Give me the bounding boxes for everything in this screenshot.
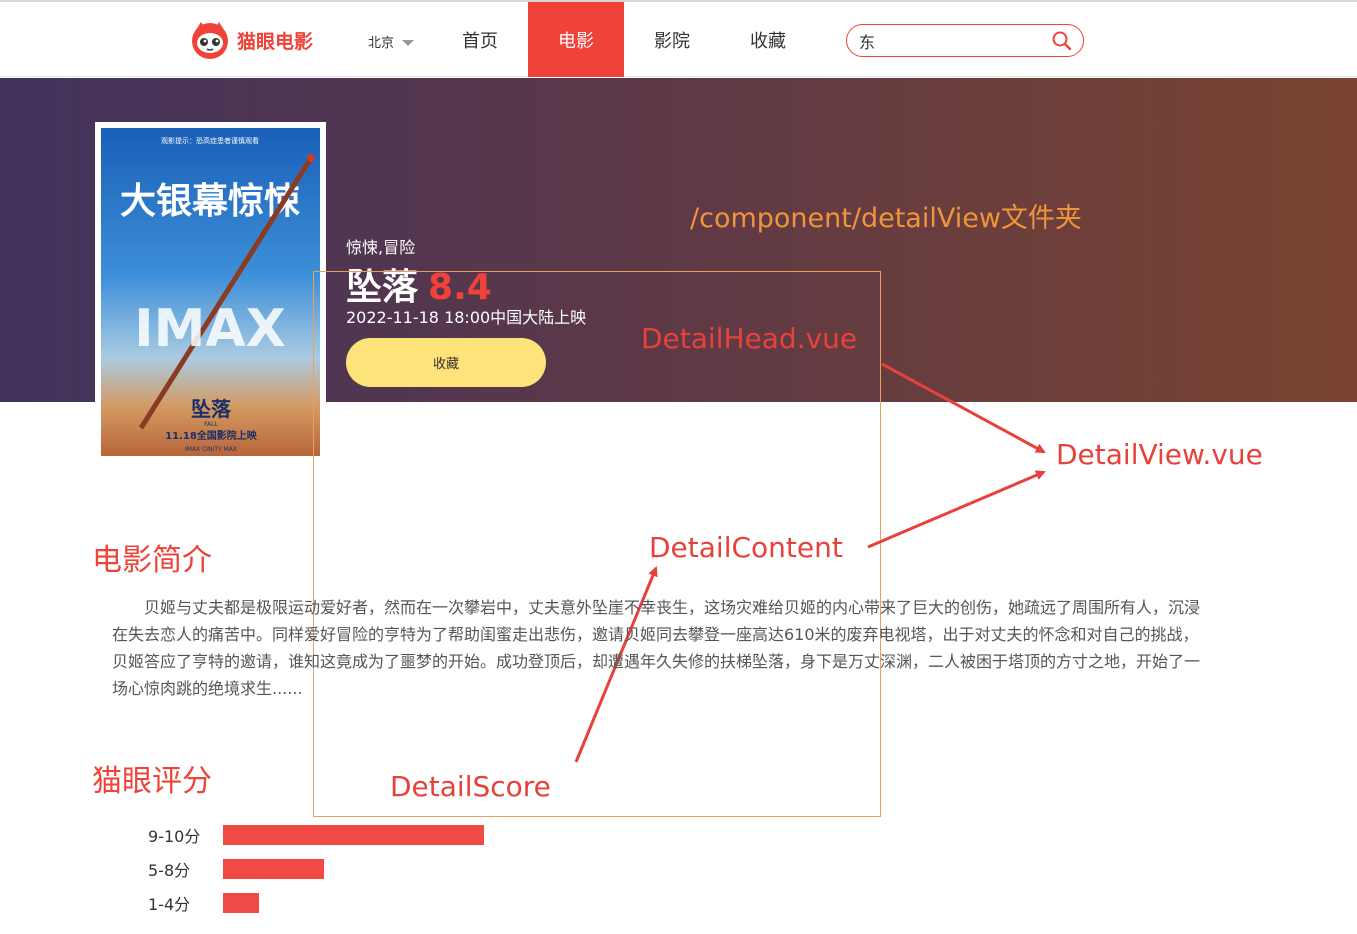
city-selector[interactable]: 北京	[368, 32, 415, 51]
annotation-detail-view: DetailView.vue	[1056, 438, 1263, 471]
poster-imax: IMAX	[134, 299, 285, 359]
annotation-detail-content: DetailContent	[649, 531, 843, 564]
main-nav: 首页 电影 影院 收藏	[432, 2, 816, 77]
arrow-content-to-view	[867, 470, 1046, 549]
rating-row-mid: 5-8分	[148, 859, 324, 880]
city-label: 北京	[368, 36, 395, 51]
rating-row-high: 9-10分	[148, 825, 484, 846]
search-icon[interactable]	[1051, 30, 1073, 52]
poster-date: 11.18全国影院上映	[165, 429, 258, 442]
nav-item-home[interactable]: 首页	[432, 2, 528, 77]
movie-genre: 惊悚,冒险	[346, 238, 416, 257]
intro-title: 电影简介	[92, 543, 212, 578]
poster-image: 观影提示：恐高症患者谨慎观看 大银幕惊悚 IMAX 坠落 FALL 11.18全…	[101, 128, 320, 456]
rating-bar	[223, 893, 259, 913]
nav-item-movies[interactable]: 电影	[528, 2, 624, 77]
rating-bar	[223, 859, 324, 879]
rating-label: 9-10分	[148, 827, 201, 846]
site-logo[interactable]: 猫眼电影	[190, 20, 313, 60]
logo-text: 猫眼电影	[237, 30, 314, 53]
poster-brands: IMAX CINITY MAX	[185, 446, 237, 453]
movie-poster: 观影提示：恐高症患者谨慎观看 大银幕惊悚 IMAX 坠落 FALL 11.18全…	[95, 122, 326, 462]
site-header: 猫眼电影 北京 首页 电影 影院 收藏 东	[0, 2, 1357, 77]
search-box[interactable]: 东	[846, 24, 1084, 57]
annotation-folder: /component/detailView文件夹	[690, 203, 1082, 234]
rating-bar	[223, 825, 484, 845]
nav-item-cinemas[interactable]: 影院	[624, 2, 720, 77]
annotation-detail-head: DetailHead.vue	[641, 322, 858, 355]
intro-text: 贝姬与丈夫都是极限运动爱好者，然而在一次攀岩中，丈夫意外坠崖不幸丧生，这场灾难给…	[112, 598, 1201, 698]
nav-item-favorites[interactable]: 收藏	[720, 2, 816, 77]
rating-label: 5-8分	[148, 861, 191, 880]
search-input[interactable]: 东	[859, 29, 1051, 53]
rating-row-low: 1-4分	[148, 893, 259, 914]
rating-label: 1-4分	[148, 895, 191, 914]
rating-title: 猫眼评分	[92, 764, 212, 799]
poster-title: 坠落	[191, 397, 232, 421]
annotation-detail-score: DetailScore	[390, 770, 551, 803]
cat-logo-icon	[192, 22, 228, 59]
chevron-down-icon	[402, 39, 415, 46]
poster-title-en: FALL	[204, 421, 218, 428]
poster-notice: 观影提示：恐高症患者谨慎观看	[161, 136, 259, 145]
